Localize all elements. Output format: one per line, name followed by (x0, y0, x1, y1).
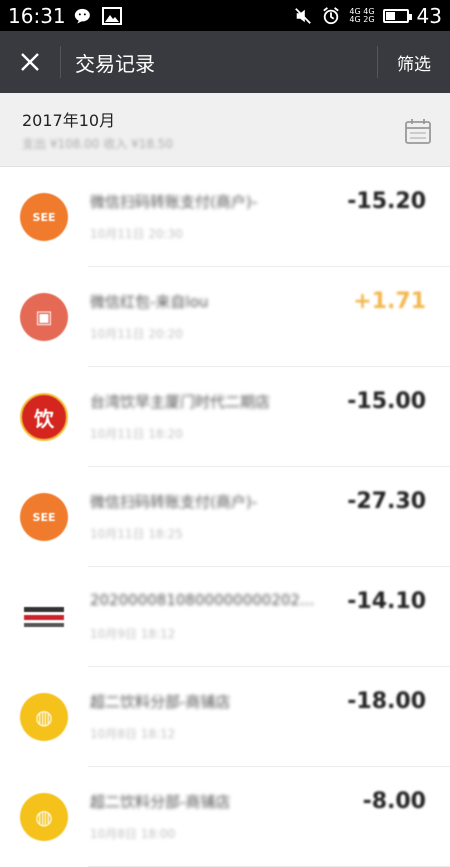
transaction-time: 10月11日 18:25 (90, 527, 183, 541)
transaction-row[interactable]: 饮 台湾饮早主厦门时代二期店 10月11日 18:20 -15.00 (0, 367, 450, 467)
transaction-time: 10月8日 18:00 (90, 827, 176, 841)
alarm-icon (323, 6, 340, 24)
avatar-text: SEE (32, 510, 56, 524)
transaction-time: 10月11日 18:20 (90, 427, 183, 441)
avatar-text: SEE (32, 210, 56, 224)
transaction-amount: -18.00 (347, 689, 426, 714)
transaction-title: 微信扫码转账支付(商户)- (90, 193, 258, 211)
avatar-text: 饮 (34, 406, 54, 431)
transaction-amount: -15.00 (347, 389, 426, 414)
transaction-row[interactable]: ◍ 超二饮料分部-商铺店 10月8日 18:12 -18.00 (0, 667, 450, 767)
transaction-row[interactable]: ◍ 超二饮料分部-商铺店 10月8日 18:00 -8.00 (0, 767, 450, 867)
transaction-time: 10月11日 20:30 (90, 227, 183, 241)
merchant-avatar: ≡ (20, 593, 68, 641)
merchant-avatar: ◍ (20, 693, 68, 741)
transaction-amount: +1.71 (353, 289, 426, 314)
transaction-title: 超二饮料分部-商铺店 (90, 793, 231, 811)
filter-button[interactable]: 筛选 (378, 50, 450, 75)
transaction-amount: -8.00 (362, 789, 426, 814)
transaction-title: 微信扫码转账支付(商户)- (90, 493, 258, 511)
status-time: 16:31 (8, 3, 66, 28)
wechat-icon (74, 8, 90, 23)
transaction-title: 2020000810800000000202... (90, 591, 315, 609)
transaction-amount: -14.10 (347, 589, 426, 614)
transaction-time: 10月8日 18:12 (90, 727, 176, 741)
red-packet-avatar: ▣ (20, 293, 68, 341)
transaction-time: 10月9日 18:12 (90, 627, 176, 641)
page-title: 交易记录 (75, 51, 155, 76)
battery-icon (382, 8, 412, 23)
mute-icon (295, 7, 312, 24)
transaction-title: 超二饮料分部-商铺店 (90, 693, 231, 711)
status-bar-left: 16:31 (8, 4, 122, 28)
avatar-text: ◍ (35, 705, 53, 729)
merchant-logo-icon (24, 607, 64, 627)
calendar-icon[interactable] (404, 117, 432, 145)
transaction-row[interactable]: ≡ 2020000810800000000202... 10月9日 18:12 … (0, 567, 450, 667)
transaction-row[interactable]: SEE 微信扫码转账支付(商户)- 10月11日 20:30 -15.20 (0, 167, 450, 267)
month-title: 2017年10月 (22, 111, 116, 130)
network-bottom: 4G 2G (349, 14, 375, 24)
avatar-text: ◍ (35, 805, 53, 829)
signal-icon: 4G 4G 4G 2G (349, 7, 375, 24)
month-header: 2017年10月 支出 ¥108.00 收入 ¥18.50 (0, 93, 450, 167)
app-bar: 交易记录 筛选 (0, 31, 450, 93)
transaction-row[interactable]: ▣ 微信红包-来自lou 10月11日 20:20 +1.71 (0, 267, 450, 367)
image-icon (101, 6, 122, 25)
avatar-text: ▣ (35, 306, 53, 328)
transaction-row[interactable]: SEE 微信扫码转账支付(商户)- 10月11日 18:25 -27.30 (0, 467, 450, 567)
status-bar-right: 4G 4G 4G 2G 43 (293, 4, 442, 28)
transaction-amount: -15.20 (347, 189, 426, 214)
merchant-avatar: SEE (20, 493, 68, 541)
transaction-amount: -27.30 (347, 489, 426, 514)
transaction-time: 10月11日 20:20 (90, 327, 183, 341)
merchant-avatar: ◍ (20, 793, 68, 841)
merchant-avatar: 饮 (20, 393, 68, 441)
month-summary: 支出 ¥108.00 收入 ¥18.50 (22, 137, 174, 151)
transaction-title: 微信红包-来自lou (90, 293, 209, 311)
close-button[interactable] (0, 31, 60, 93)
close-icon (21, 53, 39, 71)
transaction-title: 台湾饮早主厦门时代二期店 (90, 393, 271, 411)
status-bar: 16:31 4G 4G 4G 2G 43 (0, 0, 450, 31)
transaction-list: SEE 微信扫码转账支付(商户)- 10月11日 20:30 -15.20 ▣ … (0, 167, 450, 867)
battery-level: 43 (416, 3, 442, 28)
merchant-avatar: SEE (20, 193, 68, 241)
